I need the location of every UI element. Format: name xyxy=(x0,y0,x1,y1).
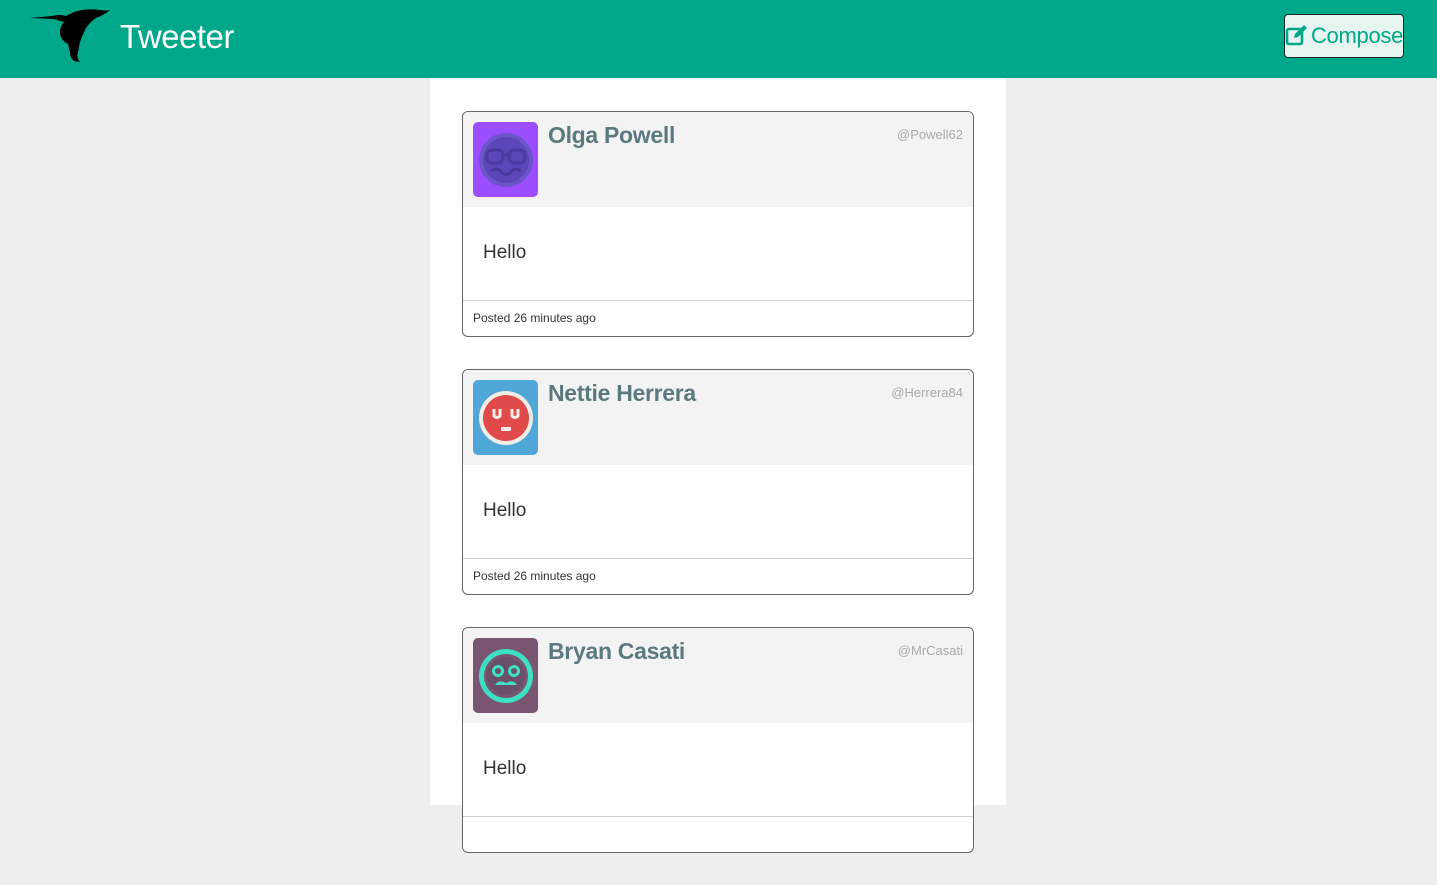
hummingbird-logo-icon xyxy=(30,9,110,63)
tweet-header: Bryan Casati @MrCasati xyxy=(463,628,973,723)
posted-time: Posted 26 minutes ago xyxy=(473,311,596,325)
user-name: Olga Powell xyxy=(548,122,676,148)
edit-icon xyxy=(1285,25,1307,46)
avatar xyxy=(473,122,538,197)
brand-title[interactable]: Tweeter xyxy=(120,16,234,58)
user-handle: @Powell62 xyxy=(897,127,963,142)
tweet-card: Olga Powell @Powell62 Hello Posted 26 mi… xyxy=(462,111,974,337)
user-handle: @MrCasati xyxy=(897,643,963,658)
avatar xyxy=(473,380,538,455)
tweet-footer: Posted 26 minutes ago xyxy=(463,300,973,336)
user-name: Bryan Casati xyxy=(548,638,686,664)
posted-time: Posted 26 minutes ago xyxy=(473,569,596,583)
tweet-text: Hello xyxy=(483,758,527,779)
tweet-header: Olga Powell @Powell62 xyxy=(463,112,973,207)
tweet-card: Nettie Herrera @Herrera84 Hello Posted 2… xyxy=(462,369,974,595)
tweet-text: Hello xyxy=(483,500,527,521)
tweet-text: Hello xyxy=(483,242,527,263)
tweet-footer: Posted 26 minutes ago xyxy=(463,558,973,594)
tweet-feed: Olga Powell @Powell62 Hello Posted 26 mi… xyxy=(462,111,974,885)
tweet-card: Bryan Casati @MrCasati Hello xyxy=(462,627,974,853)
main-container: Olga Powell @Powell62 Hello Posted 26 mi… xyxy=(430,78,1006,853)
user-name: Nettie Herrera xyxy=(548,380,696,406)
face-sleepy-icon xyxy=(478,390,533,445)
top-navbar: Tweeter Compose xyxy=(0,0,1437,78)
compose-label: Compose xyxy=(1310,23,1404,48)
user-handle: @Herrera84 xyxy=(891,385,963,400)
face-mustache-icon xyxy=(478,648,533,703)
compose-button[interactable]: Compose xyxy=(1284,14,1404,58)
avatar xyxy=(473,638,538,713)
tweet-footer xyxy=(463,816,973,852)
tweet-header: Nettie Herrera @Herrera84 xyxy=(463,370,973,465)
face-sunglasses-icon xyxy=(478,132,533,187)
